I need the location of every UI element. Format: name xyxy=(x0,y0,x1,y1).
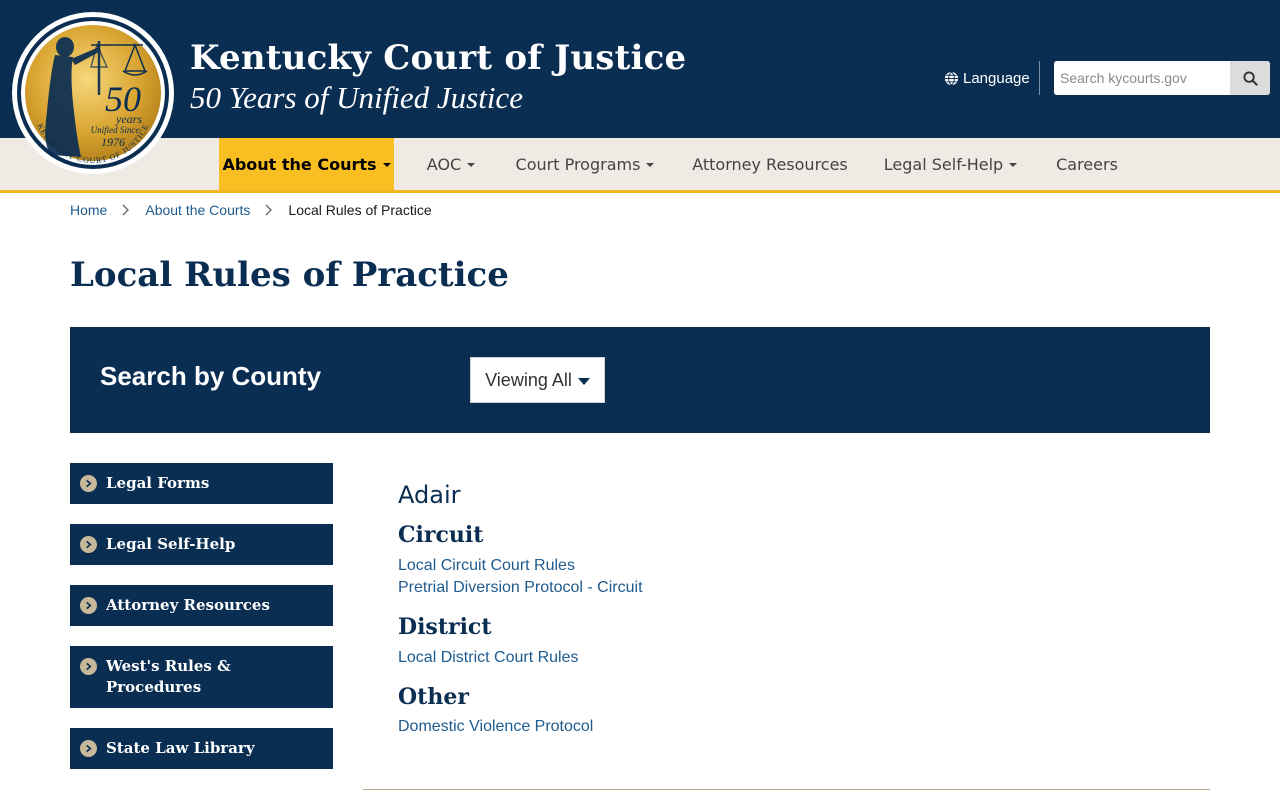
domestic-violence-protocol-link[interactable]: Domestic Violence Protocol xyxy=(398,718,593,736)
site-title[interactable]: Kentucky Court of Justice xyxy=(190,38,686,78)
nav-court-programs[interactable]: Court Programs xyxy=(505,138,665,190)
search-icon xyxy=(1242,70,1258,86)
chevron-right-circle-icon xyxy=(80,597,97,614)
county-dropdown[interactable]: Viewing All xyxy=(470,357,605,403)
content-divider xyxy=(363,789,1210,790)
seal-year: 1976 xyxy=(101,135,125,149)
nav-careers[interactable]: Careers xyxy=(1045,138,1129,190)
sidebar-legal-forms[interactable]: Legal Forms xyxy=(70,463,333,504)
county-search-panel: Search by County Viewing All xyxy=(70,327,1210,433)
caret-down-icon xyxy=(1009,163,1018,167)
chevron-right-circle-icon xyxy=(80,475,97,492)
other-heading: Other xyxy=(398,684,469,710)
court-seal-logo[interactable]: 50 years Unified Since 1976 KENTUCKY COU… xyxy=(11,11,175,175)
county-search-label: Search by County xyxy=(100,361,322,391)
circuit-heading: Circuit xyxy=(398,522,484,548)
county-dropdown-value: Viewing All xyxy=(485,369,572,390)
chevron-right-icon xyxy=(265,204,273,216)
county-name: Adair xyxy=(398,481,461,509)
nav-about-the-courts[interactable]: About the Courts xyxy=(219,138,394,190)
nav-attorney-resources[interactable]: Attorney Resources xyxy=(680,138,860,190)
caret-down-icon xyxy=(382,163,391,167)
search-button[interactable] xyxy=(1230,61,1270,95)
chevron-right-circle-icon xyxy=(80,740,97,757)
language-label: Language xyxy=(963,69,1030,87)
header-divider xyxy=(1039,61,1040,95)
seal-years: years xyxy=(115,112,142,126)
sidebar-legal-self-help[interactable]: Legal Self-Help xyxy=(70,524,333,565)
breadcrumb-current: Local Rules of Practice xyxy=(288,202,432,218)
chevron-right-circle-icon xyxy=(80,536,97,553)
site-subtitle: 50 Years of Unified Justice xyxy=(190,80,523,115)
sidebar-state-law-library[interactable]: State Law Library xyxy=(70,728,333,769)
site-search xyxy=(1054,61,1270,95)
sidebar-attorney-resources[interactable]: Attorney Resources xyxy=(70,585,333,626)
breadcrumb-about-the-courts[interactable]: About the Courts xyxy=(145,202,250,218)
local-circuit-court-rules-link[interactable]: Local Circuit Court Rules xyxy=(398,557,575,575)
globe-icon xyxy=(944,71,959,85)
language-selector[interactable]: Language xyxy=(944,68,1030,88)
pretrial-diversion-protocol-link[interactable]: Pretrial Diversion Protocol - Circuit xyxy=(398,579,643,597)
caret-down-icon xyxy=(467,163,476,167)
nav-aoc[interactable]: AOC xyxy=(410,138,492,190)
chevron-right-icon xyxy=(122,204,130,216)
page-title: Local Rules of Practice xyxy=(70,255,509,295)
site-header: Kentucky Court of Justice 50 Years of Un… xyxy=(0,0,1280,138)
local-district-court-rules-link[interactable]: Local District Court Rules xyxy=(398,649,579,667)
main-nav: About the Courts AOC Court Programs Atto… xyxy=(0,138,1280,193)
caret-down-icon xyxy=(646,163,655,167)
breadcrumb: Home About the Courts Local Rules of Pra… xyxy=(70,201,432,219)
nav-legal-self-help[interactable]: Legal Self-Help xyxy=(873,138,1028,190)
sidebar-wests-rules-procedures[interactable]: West's Rules & Procedures xyxy=(70,646,333,708)
caret-down-icon xyxy=(577,377,590,385)
breadcrumb-home[interactable]: Home xyxy=(70,202,107,218)
district-heading: District xyxy=(398,614,492,640)
chevron-right-circle-icon xyxy=(80,658,97,675)
search-input[interactable] xyxy=(1054,61,1230,95)
seal-since: Unified Since xyxy=(91,125,140,135)
